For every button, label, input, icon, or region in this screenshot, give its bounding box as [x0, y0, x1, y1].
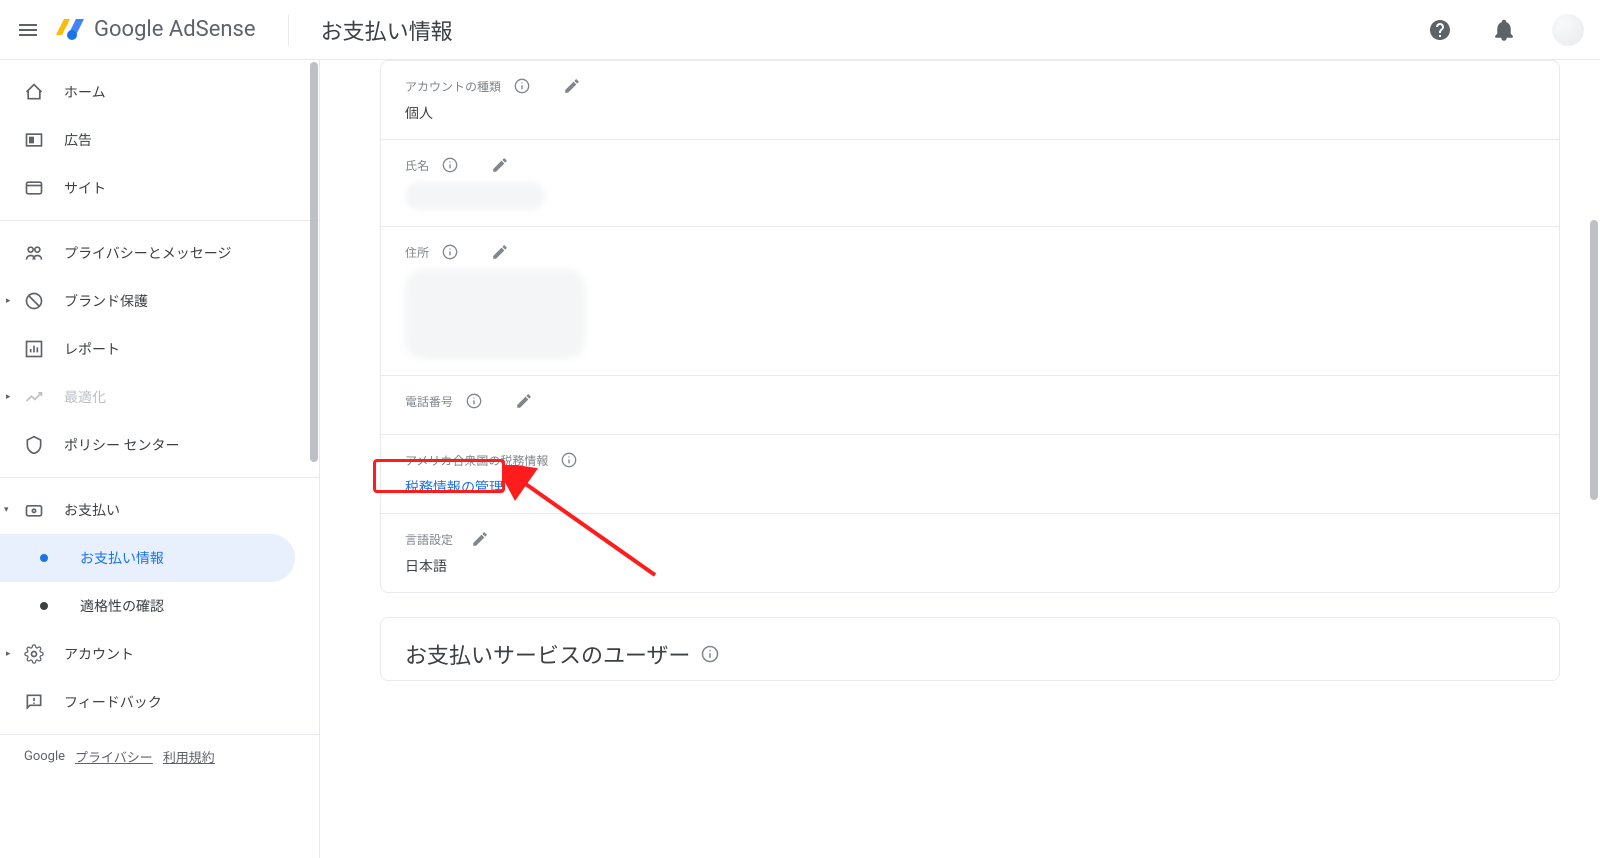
redacted-value — [405, 182, 545, 210]
page-title: お支払い情報 — [321, 14, 453, 46]
manage-tax-info-link[interactable]: 税務情報の管理 — [405, 477, 503, 497]
header-divider — [288, 14, 289, 46]
help-icon[interactable] — [1428, 18, 1452, 42]
privacy-icon — [24, 243, 44, 263]
notifications-icon[interactable] — [1492, 18, 1516, 42]
optimize-icon — [24, 387, 44, 407]
adsense-logo-text: Google AdSense — [94, 17, 256, 42]
info-icon[interactable] — [701, 645, 719, 663]
sidebar-item-payments[interactable]: お支払い — [0, 486, 319, 534]
info-icon[interactable] — [513, 77, 531, 95]
field-address: 住所 — [381, 227, 1559, 376]
footer-privacy-link[interactable]: プライバシー — [75, 747, 153, 766]
edit-icon[interactable] — [515, 392, 533, 410]
sidebar-item-home[interactable]: ホーム — [0, 68, 319, 116]
sidebar-item-label: プライバシーとメッセージ — [64, 243, 231, 263]
field-account-type: アカウントの種類 個人 — [381, 61, 1559, 140]
app-header: Google AdSense お支払い情報 — [0, 0, 1600, 60]
home-icon — [24, 82, 44, 102]
field-label: アカウントの種類 — [405, 78, 501, 95]
field-language: 言語設定 日本語 — [381, 514, 1559, 592]
report-icon — [24, 339, 44, 359]
edit-icon[interactable] — [491, 243, 509, 261]
sidebar-subitem-label: お支払い情報 — [80, 548, 164, 568]
sidebar-item-brand-protection[interactable]: ブランド保護 — [0, 277, 319, 325]
redacted-value — [405, 269, 585, 359]
info-icon[interactable] — [441, 156, 459, 174]
adsense-logo[interactable]: Google AdSense — [56, 15, 256, 45]
sidebar-item-label: 広告 — [64, 130, 92, 150]
hamburger-menu-icon[interactable] — [16, 18, 40, 42]
main-scrollbar[interactable] — [1590, 220, 1598, 500]
sidebar-item-label: ポリシー センター — [64, 435, 179, 455]
feedback-icon — [24, 692, 44, 712]
field-us-tax: アメリカ合衆国の税務情報 税務情報の管理 — [381, 435, 1559, 514]
field-label: 電話番号 — [405, 393, 453, 410]
sidebar-item-label: 最適化 — [64, 387, 106, 407]
sidebar-item-label: アカウント — [64, 644, 134, 664]
footer-terms-link[interactable]: 利用規約 — [163, 747, 215, 766]
brand-protect-icon — [24, 291, 44, 311]
ads-icon — [24, 130, 44, 150]
sidebar-item-label: フィードバック — [64, 692, 162, 712]
sidebar-item-label: お支払い — [64, 500, 120, 520]
sidebar-item-label: ホーム — [64, 82, 106, 102]
sidebar-subitem-eligibility[interactable]: 適格性の確認 — [0, 582, 295, 630]
field-label: 氏名 — [405, 157, 429, 174]
sidebar-item-policy-center[interactable]: ポリシー センター — [0, 421, 319, 469]
bullet-icon — [40, 554, 48, 562]
field-label: 住所 — [405, 244, 429, 261]
sidebar-item-label: ブランド保護 — [64, 291, 148, 311]
sidebar-item-ads[interactable]: 広告 — [0, 116, 319, 164]
bullet-icon — [40, 602, 48, 610]
users-card: お支払いサービスのユーザー — [380, 617, 1560, 681]
field-phone: 電話番号 — [381, 376, 1559, 435]
sidebar-item-account[interactable]: アカウント — [0, 630, 319, 678]
section-title: お支払いサービスのユーザー — [405, 638, 691, 670]
sidebar-item-feedback[interactable]: フィードバック — [0, 678, 319, 726]
info-icon[interactable] — [441, 243, 459, 261]
field-value: 個人 — [405, 103, 1535, 123]
edit-icon[interactable] — [491, 156, 509, 174]
sidebar-item-privacy-messages[interactable]: プライバシーとメッセージ — [0, 229, 319, 277]
field-label: アメリカ合衆国の税務情報 — [405, 452, 548, 469]
main-content: アカウントの種類 個人 氏名 — [320, 60, 1600, 858]
field-value: 日本語 — [405, 556, 1535, 576]
account-icon — [24, 644, 44, 664]
info-icon[interactable] — [465, 392, 483, 410]
edit-icon[interactable] — [563, 77, 581, 95]
policy-icon — [24, 435, 44, 455]
sidebar-item-optimization[interactable]: 最適化 — [0, 373, 319, 421]
sidebar-item-label: レポート — [64, 339, 120, 359]
field-label: 言語設定 — [405, 531, 453, 548]
sidebar-item-sites[interactable]: サイト — [0, 164, 319, 212]
settings-card: アカウントの種類 個人 氏名 — [380, 60, 1560, 593]
sidebar-item-reports[interactable]: レポート — [0, 325, 319, 373]
sidebar-item-label: サイト — [64, 178, 106, 198]
user-avatar[interactable] — [1552, 14, 1584, 46]
adsense-logo-icon — [56, 15, 86, 45]
sites-icon — [24, 178, 44, 198]
edit-icon[interactable] — [471, 530, 489, 548]
payments-icon — [24, 500, 44, 520]
field-name: 氏名 — [381, 140, 1559, 227]
sidebar-subitem-label: 適格性の確認 — [80, 596, 164, 616]
sidebar-nav: ホーム 広告 サイト プライバシーとメッセージ — [0, 60, 320, 858]
info-icon[interactable] — [560, 451, 578, 469]
sidebar-footer: Google プライバシー 利用規約 — [0, 735, 319, 778]
footer-google-text: Google — [24, 749, 65, 764]
sidebar-subitem-payment-info[interactable]: お支払い情報 — [0, 534, 295, 582]
